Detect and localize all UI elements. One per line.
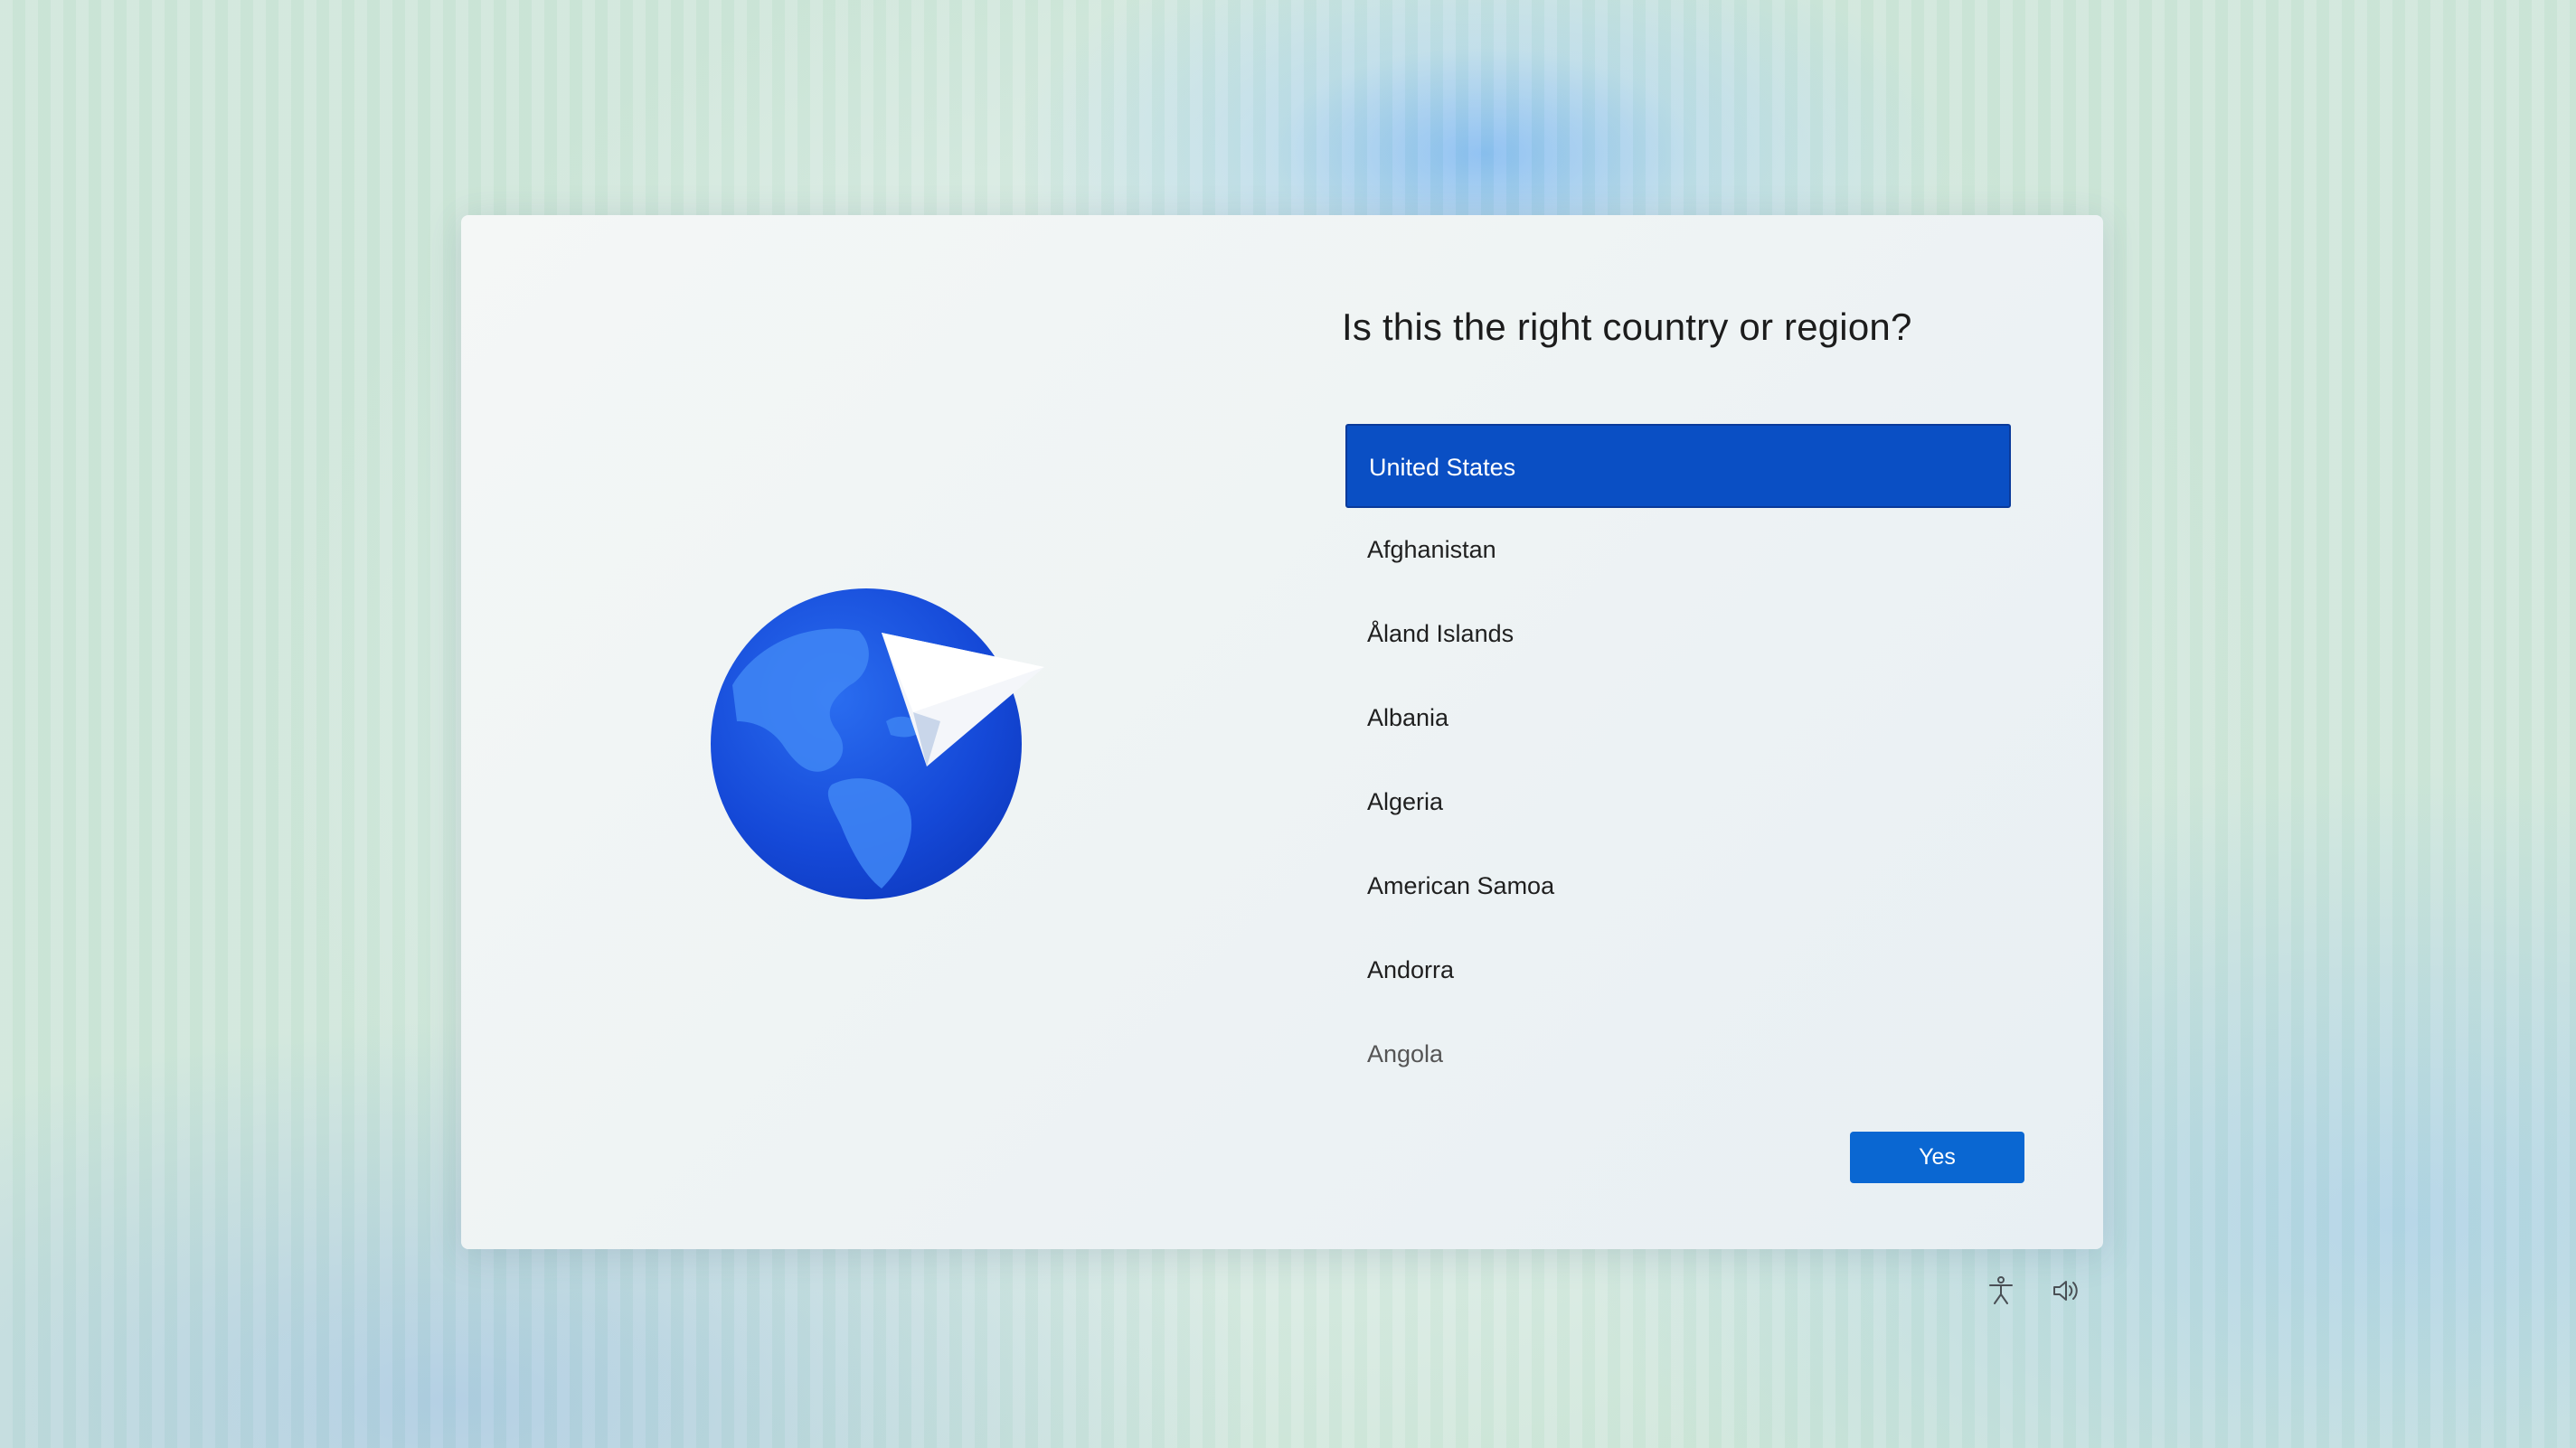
page-title: Is this the right country or region? <box>1342 306 1912 348</box>
country-option-american-samoa[interactable]: American Samoa <box>1345 844 2011 928</box>
country-option-united-states[interactable]: United States <box>1345 424 2011 508</box>
country-option-angola[interactable]: Angola <box>1345 1012 2011 1096</box>
globe-with-paper-plane-icon <box>705 577 1067 902</box>
country-option-algeria[interactable]: Algeria <box>1345 760 2011 844</box>
country-option-afghanistan[interactable]: Afghanistan <box>1345 508 2011 592</box>
volume-icon[interactable] <box>2050 1274 2082 1307</box>
yes-button[interactable]: Yes <box>1850 1132 2024 1183</box>
country-option-albania[interactable]: Albania <box>1345 676 2011 760</box>
country-list[interactable]: United States Afghanistan Åland Islands … <box>1345 424 2011 1096</box>
accessibility-icon[interactable] <box>1985 1274 2017 1307</box>
oobe-dialog: Is this the right country or region? Uni… <box>461 215 2103 1249</box>
system-tray <box>1985 1274 2082 1307</box>
country-option-aland-islands[interactable]: Åland Islands <box>1345 592 2011 676</box>
country-option-andorra[interactable]: Andorra <box>1345 928 2011 1012</box>
